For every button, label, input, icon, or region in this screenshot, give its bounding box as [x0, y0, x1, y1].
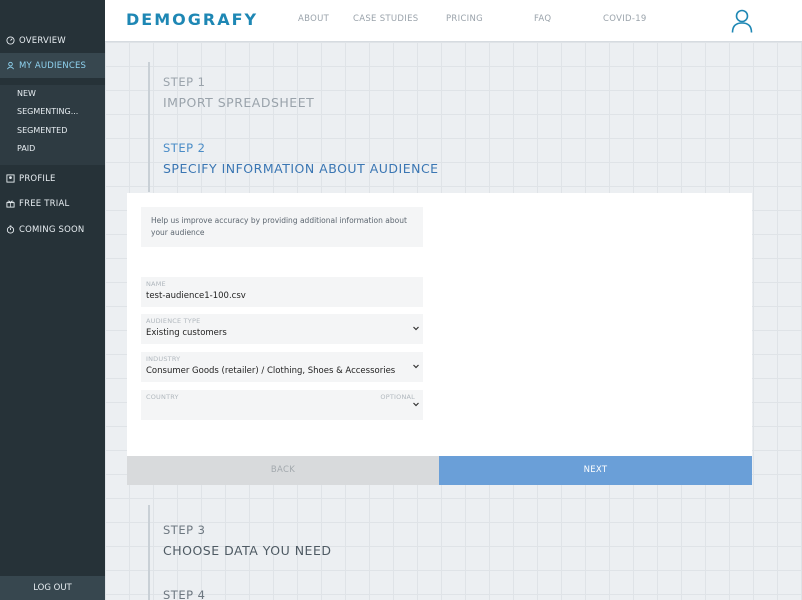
user-icon[interactable]: [731, 9, 753, 33]
logout-button[interactable]: LOG OUT: [0, 576, 105, 600]
audience-type-select[interactable]: AUDIENCE TYPE Existing customers: [141, 314, 423, 344]
profile-icon: [6, 174, 15, 183]
sidebar-item-profile[interactable]: PROFILE: [0, 166, 105, 191]
logo[interactable]: DEMOGRAFY: [126, 10, 258, 29]
gift-icon: [6, 199, 15, 208]
country-label: COUNTRY: [146, 393, 179, 401]
sidebar-subitem-new[interactable]: NEW: [17, 87, 36, 101]
step-2-number: STEP 2: [163, 141, 206, 155]
chevron-down-icon: [413, 364, 419, 369]
name-field[interactable]: NAME test-audience1-100.csv: [141, 277, 423, 307]
step-1-title: IMPORT SPREADSHEET: [163, 95, 315, 110]
nav-about[interactable]: ABOUT: [298, 14, 329, 24]
step-3-number: STEP 3: [163, 523, 206, 537]
back-button[interactable]: BACK: [127, 456, 439, 485]
audience-type-label: AUDIENCE TYPE: [146, 317, 201, 325]
sidebar-item-free-trial-label: FREE TRIAL: [19, 198, 70, 209]
sidebar-item-my-audiences-label: MY AUDIENCES: [19, 60, 87, 71]
sidebar-subitem-paid[interactable]: PAID: [17, 142, 35, 156]
sidebar-item-profile-label: PROFILE: [19, 173, 56, 184]
nav-faq[interactable]: FAQ: [534, 14, 551, 24]
industry-value: Consumer Goods (retailer) / Clothing, Sh…: [146, 366, 396, 376]
country-optional-label: OPTIONAL: [380, 393, 415, 401]
sidebar-subitem-segmented[interactable]: SEGMENTED: [17, 124, 67, 138]
timer-icon: [6, 225, 15, 234]
sidebar-item-overview-label: OVERVIEW: [19, 35, 66, 46]
name-value[interactable]: test-audience1-100.csv: [146, 291, 246, 301]
header: DEMOGRAFY ABOUT CASE STUDIES PRICING FAQ…: [105, 0, 802, 42]
sidebar: OVERVIEW MY AUDIENCES NEW SEGMENTING... …: [0, 0, 105, 600]
step-2-title: SPECIFY INFORMATION ABOUT AUDIENCE: [163, 161, 439, 176]
industry-label: INDUSTRY: [146, 355, 181, 363]
nav-pricing[interactable]: PRICING: [446, 14, 483, 24]
sidebar-submenu: NEW SEGMENTING... SEGMENTED PAID: [0, 85, 105, 165]
timeline-line: [148, 62, 150, 192]
industry-select[interactable]: INDUSTRY Consumer Goods (retailer) / Clo…: [141, 352, 423, 382]
info-message: Help us improve accuracy by providing ad…: [141, 207, 423, 247]
nav-case-studies[interactable]: CASE STUDIES: [353, 14, 418, 24]
sidebar-item-free-trial[interactable]: FREE TRIAL: [0, 191, 105, 216]
audience-form-card: Help us improve accuracy by providing ad…: [127, 193, 752, 456]
audience-type-value: Existing customers: [146, 328, 227, 338]
chevron-down-icon: [413, 326, 419, 331]
step-3-title: CHOOSE DATA YOU NEED: [163, 543, 332, 558]
sidebar-subitem-segmenting[interactable]: SEGMENTING...: [17, 105, 78, 119]
timeline-line: [148, 505, 150, 600]
name-label: NAME: [146, 280, 166, 288]
step-1-number: STEP 1: [163, 75, 206, 89]
sidebar-item-overview[interactable]: OVERVIEW: [0, 28, 105, 53]
overview-icon: [6, 36, 15, 45]
sidebar-item-my-audiences[interactable]: MY AUDIENCES: [0, 53, 105, 78]
sidebar-item-coming-soon[interactable]: COMING SOON: [0, 217, 105, 242]
step-4-number: STEP 4: [163, 588, 206, 600]
audiences-icon: [6, 61, 15, 70]
nav-covid-19[interactable]: COVID-19: [603, 14, 647, 24]
sidebar-item-coming-soon-label: COMING SOON: [19, 224, 85, 235]
chevron-down-icon: [413, 402, 419, 407]
country-select[interactable]: COUNTRY OPTIONAL: [141, 390, 423, 420]
next-button[interactable]: NEXT: [439, 456, 752, 485]
